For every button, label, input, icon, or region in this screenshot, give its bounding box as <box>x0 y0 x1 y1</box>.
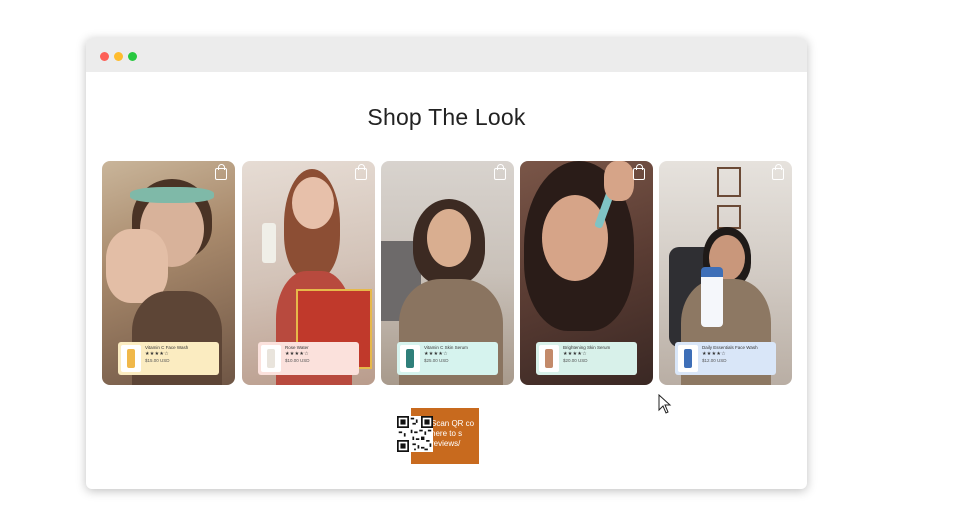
shopping-bag-icon[interactable] <box>355 164 367 180</box>
video-card-2[interactable]: Rose Water ★★★★☆ $10.00 USD <box>242 161 375 385</box>
product-rating: ★★★★☆ <box>145 351 169 357</box>
browser-window: Shop The Look .c1 .thumb::after{} Vitami… <box>86 38 807 489</box>
product-tag[interactable]: Vitamin C Skin Serum ★★★★☆ $25.00 USD <box>397 342 498 375</box>
product-price: $20.00 USD <box>563 358 588 363</box>
wall-frame <box>717 167 741 197</box>
qr-code[interactable] <box>397 416 433 452</box>
hand <box>604 161 634 201</box>
product-rating: ★★★★☆ <box>563 351 587 357</box>
minimize-window-button[interactable] <box>114 52 123 61</box>
product-thumbnail: .c1 .thumb::after{} <box>121 345 141 372</box>
person-face <box>427 209 471 267</box>
product-thumbnail <box>539 345 559 372</box>
face-wash-tube <box>701 267 723 327</box>
shopping-bag-icon[interactable] <box>772 164 784 180</box>
product-price: $10.00 USD <box>285 358 310 363</box>
product-price: $12.00 USD <box>702 358 727 363</box>
qr-text-line-1: Scan QR co <box>431 419 475 428</box>
headband <box>130 187 214 203</box>
wall-frame <box>717 205 741 229</box>
product-thumbnail <box>261 345 281 372</box>
window-titlebar <box>86 38 807 72</box>
qr-text-line-2: here to s <box>431 429 463 438</box>
video-card-1[interactable]: .c1 .thumb::after{} Vitamin C Face Wash … <box>102 161 235 385</box>
shopping-bag-icon[interactable] <box>494 164 506 180</box>
qr-text-line-3: reviews/ <box>431 439 461 448</box>
product-price: $15.00 USD <box>145 358 170 363</box>
person-face <box>542 195 608 281</box>
shopping-bag-icon[interactable] <box>215 164 227 180</box>
video-card-4[interactable]: Brightening Skin Serum ★★★★☆ $20.00 USD <box>520 161 653 385</box>
product-thumbnail <box>400 345 420 372</box>
product-tag[interactable]: Daily Essentials Face Wash ★★★★☆ $12.00 … <box>675 342 776 375</box>
product-rating: ★★★★☆ <box>702 351 726 357</box>
video-card-5[interactable]: Daily Essentials Face Wash ★★★★☆ $12.00 … <box>659 161 792 385</box>
serum-bottle <box>262 223 276 263</box>
maximize-window-button[interactable] <box>128 52 137 61</box>
page-title: Shop The Look <box>367 104 526 130</box>
mouse-pointer-icon <box>658 394 672 414</box>
product-tag[interactable]: Rose Water ★★★★☆ $10.00 USD <box>258 342 359 375</box>
product-rating: ★★★★☆ <box>424 351 448 357</box>
product-tag[interactable]: .c1 .thumb::after{} Vitamin C Face Wash … <box>118 342 219 375</box>
product-price: $25.00 USD <box>424 358 449 363</box>
product-tag[interactable]: Brightening Skin Serum ★★★★☆ $20.00 USD <box>536 342 637 375</box>
qr-review-banner[interactable]: Scan QR co here to s reviews/ <box>397 408 479 464</box>
person-face <box>292 177 334 229</box>
close-window-button[interactable] <box>100 52 109 61</box>
shopping-bag-icon[interactable] <box>633 164 645 180</box>
product-thumbnail <box>678 345 698 372</box>
video-card-3[interactable]: Vitamin C Skin Serum ★★★★☆ $25.00 USD <box>381 161 514 385</box>
product-rating: ★★★★☆ <box>285 351 309 357</box>
